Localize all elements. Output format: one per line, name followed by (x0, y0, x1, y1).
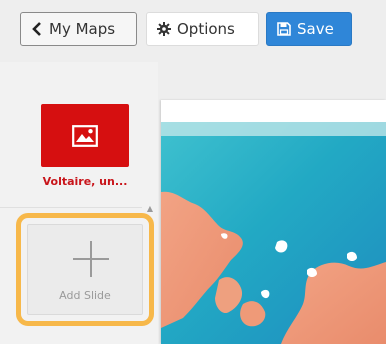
toolbar: My Maps Options Save (0, 0, 386, 60)
image-icon (72, 124, 98, 147)
add-slide-label: Add Slide (59, 289, 111, 302)
save-button[interactable]: Save (266, 12, 352, 46)
floppy-disk-icon (277, 22, 291, 36)
chevron-left-icon (32, 22, 41, 36)
add-slide-button[interactable]: Add Slide (27, 224, 143, 315)
save-label: Save (297, 20, 334, 38)
slide-sidebar: Voltaire, un... ▲ Add Slide (0, 62, 158, 344)
scroll-up-arrow-icon[interactable]: ▲ (146, 205, 154, 213)
slide-thumbnail[interactable] (41, 104, 129, 167)
gear-icon (157, 22, 171, 36)
watercolor-map (161, 122, 386, 344)
options-button[interactable]: Options (146, 12, 259, 46)
my-maps-button[interactable]: My Maps (20, 12, 137, 46)
options-label: Options (177, 20, 235, 38)
my-maps-label: My Maps (49, 20, 116, 38)
slide-title[interactable]: Voltaire, un... (12, 175, 158, 188)
add-slide-highlight: Add Slide (16, 213, 154, 326)
map-canvas[interactable] (161, 100, 386, 344)
sidebar-divider (0, 207, 142, 208)
plus-icon (73, 241, 109, 277)
